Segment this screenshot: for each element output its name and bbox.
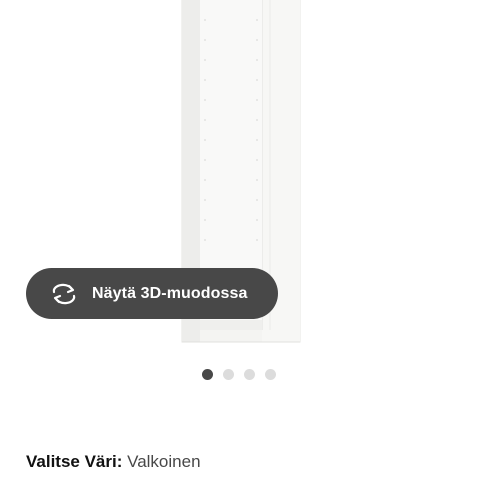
carousel-dot-2[interactable]: [223, 369, 234, 380]
image-carousel-indicator: [202, 369, 276, 380]
color-value: Valkoinen: [127, 452, 201, 471]
rotate-3d-icon: [50, 280, 78, 308]
carousel-dot-3[interactable]: [244, 369, 255, 380]
carousel-dot-4[interactable]: [265, 369, 276, 380]
color-selector[interactable]: Valitse Väri: Valkoinen: [26, 452, 201, 472]
carousel-dot-1[interactable]: [202, 369, 213, 380]
product-page: Näytä 3D-muodossa Valitse Väri: Valkoine…: [0, 0, 480, 480]
view-in-3d-button[interactable]: Näytä 3D-muodossa: [26, 268, 278, 319]
color-label: Valitse Väri:: [26, 452, 128, 471]
view-in-3d-label: Näytä 3D-muodossa: [92, 284, 248, 302]
